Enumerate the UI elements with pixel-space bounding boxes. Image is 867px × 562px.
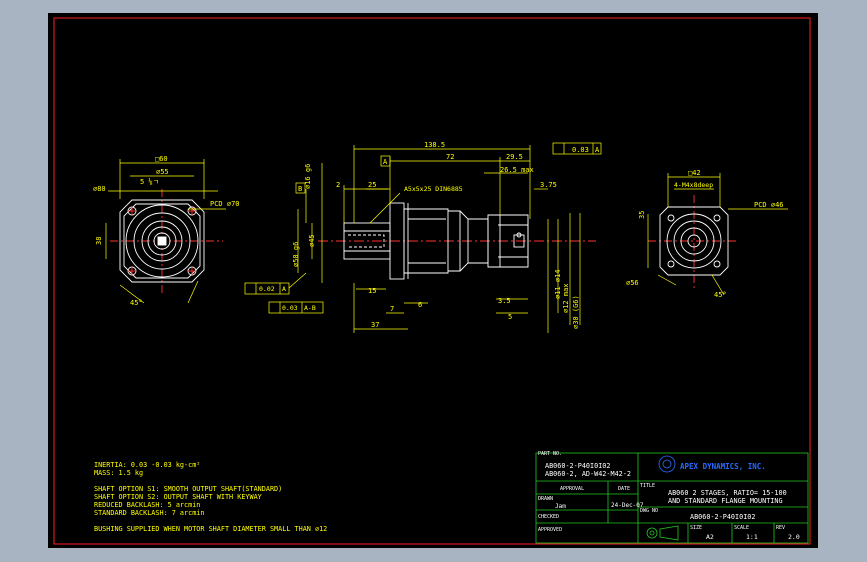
- tb-drawn-by: Jam: [555, 503, 566, 510]
- note-standard-backlash: STANDARD BACKLASH: 7 arcmin: [94, 509, 205, 517]
- tb-drawn-date: 24-Dec-07: [611, 502, 644, 509]
- tb-size-label: SIZE: [690, 525, 702, 531]
- datum-b: B: [298, 185, 302, 193]
- tb-scale: 1:1: [746, 533, 758, 541]
- dim-dia-56: ⌀56: [626, 279, 639, 287]
- dim-dia-50: ⌀50 g6: [292, 242, 300, 267]
- left-flange-view: [110, 189, 223, 295]
- dim-square-42: □42: [688, 169, 701, 177]
- note-mass: MASS: 1.5 kg: [94, 469, 143, 477]
- right-flange-view: [648, 195, 738, 289]
- dim-pcd-70: PCD ⌀70: [210, 200, 240, 208]
- tolerance-frames: [244, 142, 602, 314]
- tb-dwg-label: DWG NO: [640, 508, 658, 514]
- tol-ref-a-2: A: [282, 285, 286, 293]
- tb-company: APEX DYNAMICS, INC.: [680, 462, 766, 471]
- dim-25: 25: [368, 181, 376, 189]
- cad-drawing: □60 ⌀55 ⌀80 5 ⅛ㄱ PCD ⌀70 38 45° 138.5 A …: [53, 17, 811, 545]
- tb-title-1: AB060 2 STAGES, RATIO= 15-100: [668, 489, 787, 497]
- tb-scale-label: SCALE: [734, 525, 749, 531]
- drawing-sheet: □60 ⌀55 ⌀80 5 ⅛ㄱ PCD ⌀70 38 45° 138.5 A …: [48, 13, 818, 548]
- tb-rev-label: REV: [776, 525, 785, 531]
- tb-date-label: DATE: [618, 486, 630, 492]
- tb-drawn-label: DRAWN: [538, 496, 553, 502]
- tb-title-label: TITLE: [640, 483, 655, 489]
- tol-0-03: 0.03: [572, 146, 589, 154]
- tb-dwg-no: AB060-2-P40I0I02: [690, 513, 755, 521]
- dim-angle-45-right: 45°: [714, 291, 727, 299]
- dim-m4-holes: 4-M4x8deep: [674, 181, 713, 189]
- dim-72: 72: [446, 153, 454, 161]
- dim-37: 37: [371, 321, 379, 329]
- dim-angle-45: 45°: [130, 299, 143, 307]
- dim-15: 15: [368, 287, 376, 295]
- dim-29-5: 29.5: [506, 153, 523, 161]
- tb-approval-label: APPROVAL: [560, 486, 584, 492]
- dim-dia-80: ⌀80: [93, 185, 106, 193]
- right-view-dimensions: [647, 173, 788, 296]
- note-shaft-s2: SHAFT OPTION S2: OUTPUT SHAFT WITH KEYWA…: [94, 493, 262, 501]
- dim-3-5: 3.5: [498, 297, 511, 305]
- note-inertia: INERTIA: 0.03 -0.03 kg-cm²: [94, 461, 200, 469]
- tb-part-no-1: AB060-2-P40I0I02: [545, 462, 610, 470]
- dim-square-60: □60: [155, 155, 168, 163]
- tb-approved-label: APPROVED: [538, 527, 562, 533]
- dim-dia-30: ⌀30 (G6): [572, 295, 580, 329]
- datum-a: A: [383, 158, 388, 166]
- note-shaft-s1: SHAFT OPTION S1: SMOOTH OUTPUT SHAFT(STA…: [94, 485, 282, 493]
- tb-checked-label: CHECKED: [538, 514, 559, 520]
- tb-part-no-label: PART NO.: [538, 451, 562, 457]
- dim-2: 2: [336, 181, 340, 189]
- dim-dia-11-14: ⌀11 ⌀14: [554, 269, 562, 299]
- tol-ref-ab: A-B: [304, 304, 316, 312]
- dim-7: 7: [390, 305, 394, 313]
- tb-size: A2: [706, 533, 714, 541]
- dim-dia-16: ⌀16 g6: [304, 164, 312, 189]
- tol-0-03-b: 0.03: [282, 304, 298, 312]
- note-reduced-backlash: REDUCED BACKLASH: 5 arcmin: [94, 501, 200, 509]
- side-view-body: [318, 202, 596, 280]
- note-bushing: BUSHING SUPPLIED WHEN MOTOR SHAFT DIAMET…: [94, 525, 327, 533]
- tb-part-no-2: AB060-2, AD-W42-M42-2: [545, 470, 631, 478]
- tol-0-02: 0.02: [259, 285, 275, 293]
- dim-bolt-holes: 5 ⅛ㄱ: [140, 177, 159, 186]
- dim-key: A5x5x25 DIN6885: [404, 185, 463, 193]
- dim-total-length: 138.5: [424, 141, 445, 149]
- side-view-dimensions: [297, 145, 581, 333]
- tb-title-2: AND STANDARD FLANGE MOUNTING: [668, 497, 783, 505]
- tol-ref-a: A: [595, 146, 600, 154]
- dim-6: 6: [418, 301, 422, 309]
- dim-dia-45: ⌀45: [308, 234, 316, 247]
- dim-5: 5: [508, 313, 512, 321]
- dim-pcd-46: PCD ⌀46: [754, 201, 784, 209]
- notes: INERTIA: 0.03 -0.03 kg-cm² MASS: 1.5 kg …: [94, 461, 327, 533]
- dim-35: 35: [638, 211, 646, 219]
- dim-dia-12: ⌀12 max: [562, 283, 570, 313]
- dim-38: 38: [95, 237, 103, 245]
- dim-3-75: 3.75: [540, 181, 557, 189]
- dim-dia-55: ⌀55: [156, 168, 169, 176]
- tb-rev: 2.0: [788, 533, 800, 541]
- dim-26-5: 26.5 max: [500, 166, 534, 174]
